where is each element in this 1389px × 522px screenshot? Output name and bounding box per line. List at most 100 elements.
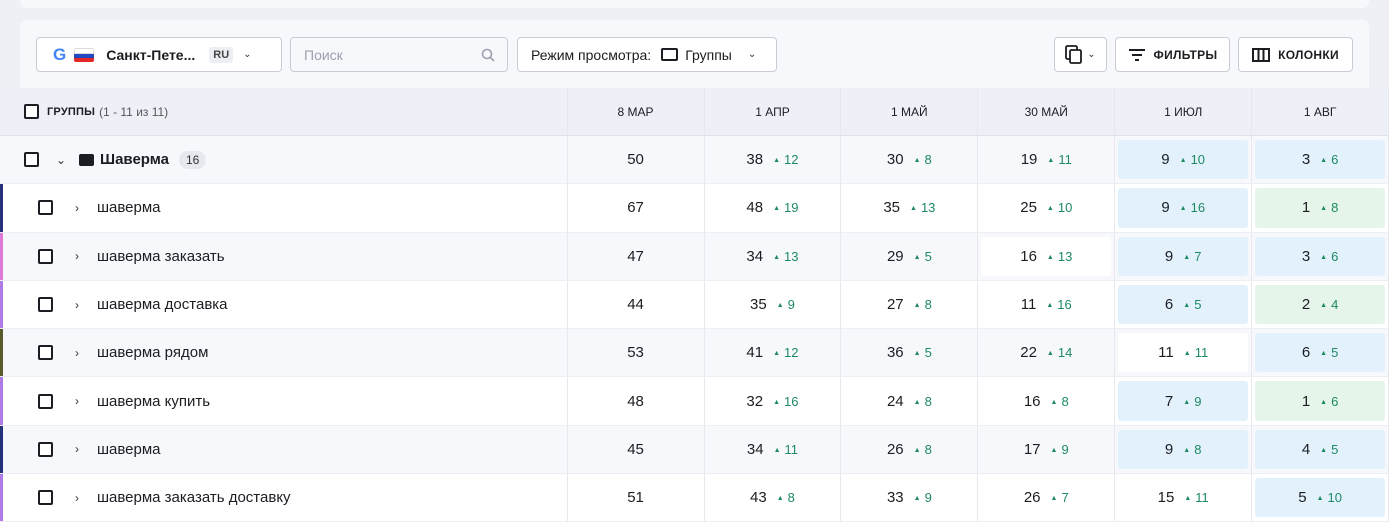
position-cell[interactable]: 5 10 <box>1252 474 1389 522</box>
copy-button[interactable]: ⌄ <box>1054 37 1107 72</box>
position-cell[interactable]: 50 <box>568 136 705 184</box>
position-cell[interactable]: 33 9 <box>841 474 979 522</box>
position-cell[interactable]: 17 9 <box>978 425 1116 474</box>
keyword-checkbox[interactable] <box>38 297 53 313</box>
position-cell[interactable]: 27 8 <box>841 280 979 329</box>
position-cell[interactable]: 16 <box>1252 377 1389 425</box>
keyword-row[interactable]: ›шаверма заказать доставку51438339267151… <box>0 474 1389 522</box>
chevron-right-icon[interactable]: › <box>71 298 83 312</box>
position-cell[interactable]: 79 <box>1115 377 1253 425</box>
position-delta-up: 10 <box>1317 490 1342 505</box>
header-date[interactable]: 30 МАЙ <box>978 88 1116 135</box>
header-date[interactable]: 1 АВГ <box>1252 88 1389 135</box>
position-cell-inner: 26 7 <box>981 478 1111 517</box>
header-date[interactable]: 1 АПР <box>705 88 842 135</box>
position-cell[interactable]: 26 7 <box>978 474 1116 522</box>
position-cell[interactable]: 16 8 <box>978 377 1116 425</box>
keyword-row[interactable]: ›шаверма заказать47341329516139736 <box>0 232 1389 281</box>
position-cell-inner: 50 <box>571 140 701 179</box>
position-cell[interactable]: 67 <box>568 184 705 232</box>
position-value: 7 <box>1164 392 1174 410</box>
keyword-checkbox[interactable] <box>38 345 53 361</box>
keyword-checkbox[interactable] <box>38 441 53 457</box>
chevron-right-icon[interactable]: › <box>71 249 83 263</box>
position-cell[interactable]: 48 19 <box>705 184 842 232</box>
position-cell[interactable]: 11 16 <box>978 280 1116 329</box>
position-cell[interactable]: 65 <box>1115 280 1253 329</box>
chevron-down-icon[interactable]: ⌄ <box>55 153 67 167</box>
keyword-checkbox[interactable] <box>38 393 53 409</box>
position-cell[interactable]: 34 13 <box>705 232 842 280</box>
position-cell[interactable]: 30 8 <box>841 136 979 184</box>
position-cell[interactable]: 1911 <box>978 136 1116 184</box>
header-date[interactable]: 1 МАЙ <box>841 88 979 135</box>
position-cell[interactable]: 36 <box>1252 232 1389 280</box>
position-cell[interactable]: 18 <box>1252 184 1389 232</box>
columns-button[interactable]: КОЛОНКИ <box>1238 37 1353 72</box>
position-cell[interactable]: 65 <box>1252 329 1389 377</box>
position-cell[interactable]: 35 13 <box>841 184 979 232</box>
chevron-right-icon[interactable]: › <box>71 201 83 215</box>
position-cell[interactable]: 41 12 <box>705 329 842 377</box>
keyword-checkbox[interactable] <box>38 200 53 216</box>
keyword-text: шаверма <box>97 440 161 458</box>
position-cell[interactable]: 32 16 <box>705 377 842 425</box>
keyword-checkbox[interactable] <box>38 490 53 506</box>
position-cell[interactable]: 38 12 <box>705 136 842 184</box>
position-cell[interactable]: 9 16 <box>1115 184 1253 232</box>
position-delta-up: 5 <box>914 345 932 360</box>
position-cell[interactable]: 35 9 <box>705 280 842 329</box>
position-cell[interactable]: 47 <box>568 232 705 280</box>
position-cell[interactable]: 36 5 <box>841 329 979 377</box>
keyword-row[interactable]: ›шаверма купить4832162481687916 <box>0 377 1389 426</box>
keyword-row[interactable]: ›шаверма доставка4435927811166524 <box>0 280 1389 330</box>
select-all-checkbox[interactable] <box>24 104 39 119</box>
position-cell[interactable]: 51 <box>568 474 705 522</box>
position-cell[interactable]: 9 10 <box>1115 136 1253 184</box>
position-cell[interactable]: 53 <box>568 329 705 377</box>
search-input[interactable]: Поиск <box>290 37 508 72</box>
position-cell[interactable]: 24 <box>1252 280 1389 329</box>
position-cell[interactable]: 22 14 <box>978 329 1116 377</box>
position-value: 11 <box>1158 344 1174 362</box>
position-cell[interactable]: 36 <box>1252 136 1389 184</box>
keyword-row[interactable]: ›шаверма4534112681799845 <box>0 425 1389 475</box>
chevron-right-icon[interactable]: › <box>71 394 83 408</box>
header-date[interactable]: 8 МАР <box>568 88 705 135</box>
keyword-row[interactable]: ›шаверма рядом5341123652214111165 <box>0 329 1389 378</box>
group-checkbox[interactable] <box>24 152 39 168</box>
region-selector[interactable]: G Санкт-Пете... RU ⌄ <box>36 37 282 72</box>
keyword-checkbox[interactable] <box>38 248 53 264</box>
position-cell[interactable]: 43 8 <box>705 474 842 522</box>
position-delta-up: 8 <box>1051 394 1068 409</box>
chevron-right-icon[interactable]: › <box>71 346 83 360</box>
position-cell[interactable]: 45 <box>568 425 705 474</box>
position-cell[interactable]: 1511 <box>1115 474 1253 522</box>
position-cell-inner: 24 <box>1255 284 1386 325</box>
chevron-right-icon[interactable]: › <box>71 491 83 505</box>
position-cell[interactable]: 48 <box>568 377 705 425</box>
position-cell[interactable]: 44 <box>568 280 705 329</box>
position-value: 34 <box>746 440 764 458</box>
keyword-row[interactable]: › шаверма 67 48 19 35 13 25 10 9 16 18 <box>0 184 1389 233</box>
position-value: 9 <box>1164 247 1174 265</box>
position-cell[interactable]: 24 8 <box>841 377 979 425</box>
header-date[interactable]: 1 ИЮЛ <box>1115 88 1253 135</box>
positions-table: ГРУППЫ (1 - 11 из 11) 8 МАР 1 АПР 1 МАЙ … <box>0 88 1389 522</box>
position-cell[interactable]: 98 <box>1115 425 1253 474</box>
chevron-right-icon[interactable]: › <box>71 442 83 456</box>
filters-button[interactable]: ФИЛЬТРЫ <box>1115 37 1230 72</box>
position-cell[interactable]: 11 11 <box>1115 329 1253 377</box>
position-cell[interactable]: 34 11 <box>705 425 842 474</box>
position-value: 45 <box>627 440 644 458</box>
position-value: 6 <box>1301 344 1311 362</box>
position-delta-up: 8 <box>1183 442 1201 457</box>
position-cell[interactable]: 1613 <box>978 232 1116 280</box>
group-row[interactable]: ⌄ Шаверма 16 503812308191191036 <box>0 136 1389 185</box>
position-cell[interactable]: 29 5 <box>841 232 979 280</box>
position-cell[interactable]: 45 <box>1252 425 1389 474</box>
position-cell[interactable]: 25 10 <box>978 184 1116 232</box>
view-mode-selector[interactable]: Режим просмотра: Группы ⌄ <box>517 37 777 72</box>
position-cell[interactable]: 26 8 <box>841 425 979 474</box>
position-cell[interactable]: 97 <box>1115 232 1253 280</box>
